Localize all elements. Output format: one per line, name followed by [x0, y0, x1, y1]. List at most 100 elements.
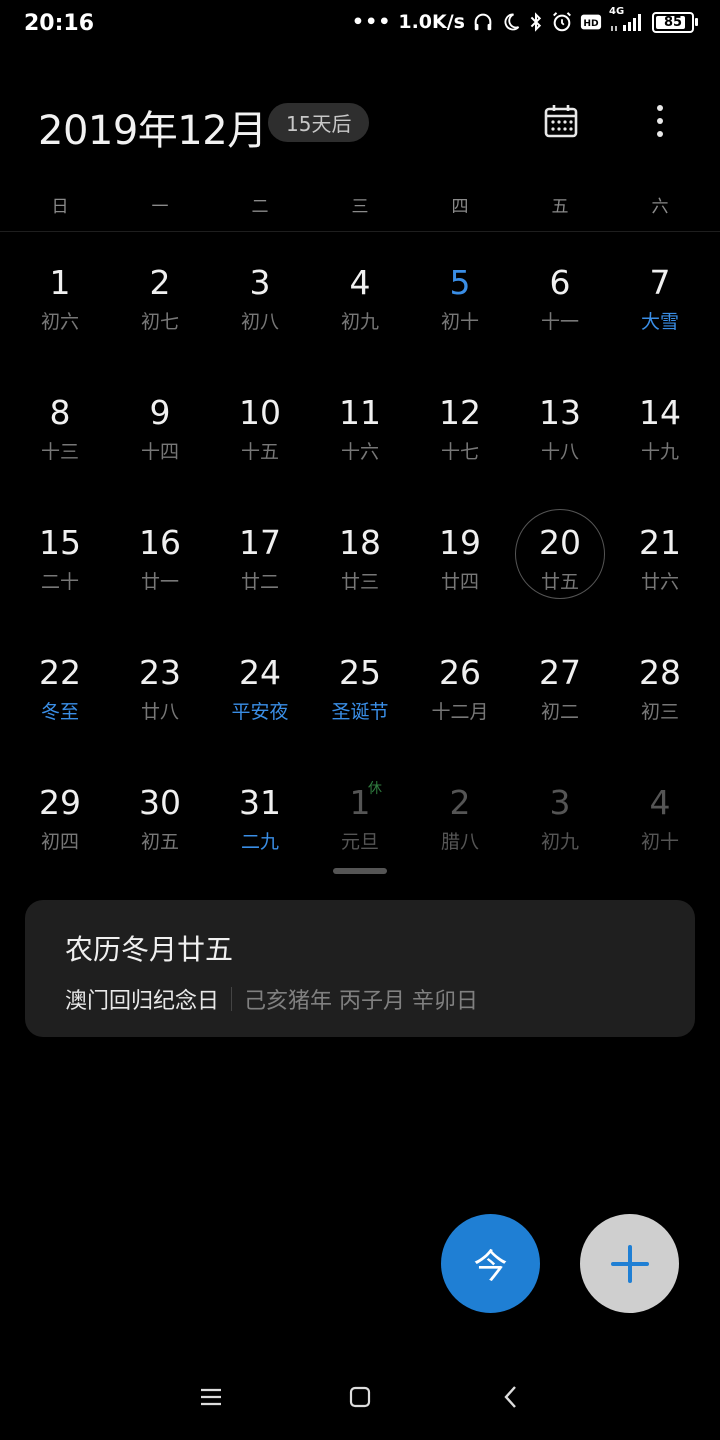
day-cell[interactable]: 19 廿四	[410, 510, 510, 640]
day-number: 1	[49, 263, 71, 302]
day-cell[interactable]: 22 冬至	[10, 640, 110, 770]
day-cell-next-month[interactable]: 2 腊八	[410, 770, 510, 900]
calendar-view-button[interactable]	[536, 96, 586, 146]
day-number: 31	[239, 783, 281, 822]
holiday-rest-tag: 休	[368, 781, 382, 797]
day-number: 18	[339, 523, 381, 562]
home-square-icon	[349, 1386, 371, 1408]
day-cell[interactable]: 7 大雪	[610, 250, 710, 380]
day-cell[interactable]: 21 廿六	[610, 510, 710, 640]
day-cell[interactable]: 11 十六	[310, 380, 410, 510]
day-number: 3	[549, 783, 571, 822]
today-button[interactable]: 今	[441, 1214, 540, 1313]
day-number: 3	[249, 263, 271, 302]
day-cell[interactable]: 8 十三	[10, 380, 110, 510]
divider	[0, 231, 720, 232]
day-info-details: 澳门回归纪念日 己亥猪年 丙子月 辛卯日	[65, 983, 478, 1015]
menu-button[interactable]	[186, 1372, 236, 1422]
lunar-date: 廿一	[140, 571, 179, 593]
lunar-date: 廿六	[640, 571, 679, 593]
calendar-icon	[544, 105, 578, 138]
weekday-label: 五	[551, 197, 569, 217]
day-cell[interactable]: 25 圣诞节	[310, 640, 410, 770]
ganzhi-text: 己亥猪年 丙子月 辛卯日	[244, 989, 479, 1014]
day-number: 11	[339, 393, 381, 432]
lunar-date: 十七	[440, 441, 479, 463]
lunar-date: 元旦	[340, 831, 379, 853]
lunar-date: 廿五	[540, 571, 579, 593]
day-cell[interactable]: 23 廿八	[110, 640, 210, 770]
day-number: 29	[39, 783, 81, 822]
do-not-disturb-moon-icon	[501, 11, 521, 33]
day-number: 6	[549, 263, 571, 302]
day-number: 27	[539, 653, 581, 692]
day-cell[interactable]: 20 廿五	[510, 509, 610, 640]
day-number: 20	[539, 523, 581, 562]
day-info-card[interactable]: 农历冬月廿五 澳门回归纪念日 己亥猪年 丙子月 辛卯日	[25, 900, 695, 1037]
day-cell[interactable]: 12 十七	[410, 380, 510, 510]
day-number: 13	[539, 393, 581, 432]
lunar-date: 初六	[40, 311, 79, 333]
dots-icon: •••	[351, 11, 392, 33]
home-button[interactable]	[335, 1372, 385, 1422]
back-chevron-icon	[504, 1386, 516, 1408]
drag-handle[interactable]	[333, 868, 387, 874]
day-cell[interactable]: 3 初八	[210, 250, 310, 380]
lunar-date: 冬至	[40, 701, 79, 723]
lunar-date-title: 农历冬月廿五	[65, 933, 234, 966]
lunar-date: 圣诞节	[331, 701, 389, 723]
lunar-date: 初四	[40, 831, 79, 853]
day-cell[interactable]: 24 平安夜	[210, 640, 310, 770]
day-cell[interactable]: 16 廿一	[110, 510, 210, 640]
day-cell[interactable]: 5 初十	[410, 250, 510, 380]
day-cell[interactable]: 2 初七	[110, 250, 210, 380]
day-cell[interactable]: 14 十九	[610, 380, 710, 510]
days-until-badge: 15天后	[268, 103, 370, 142]
add-event-button[interactable]	[580, 1214, 679, 1313]
lunar-date: 二十	[40, 571, 79, 593]
day-cell[interactable]: 4 初九	[310, 250, 410, 380]
day-number: 4	[649, 783, 671, 822]
lunar-date: 初九	[340, 311, 379, 333]
more-options-button[interactable]	[635, 96, 685, 146]
signal-icon: 4G	[609, 6, 645, 32]
day-cell-next-month[interactable]: 1 元旦 休	[310, 770, 410, 900]
day-cell[interactable]: 17 廿二	[210, 510, 310, 640]
bluetooth-icon	[528, 11, 544, 33]
day-cell[interactable]: 30 初五	[110, 770, 210, 900]
svg-text:HD: HD	[583, 18, 599, 29]
month-title[interactable]: 2019年12月	[38, 98, 267, 156]
day-number: 23	[139, 653, 181, 692]
lunar-date: 十九	[640, 441, 679, 463]
weekday-header: 日 一 二 三 四 五 六	[10, 192, 710, 217]
day-number: 10	[239, 393, 281, 432]
back-button[interactable]	[486, 1372, 536, 1422]
day-cell[interactable]: 1 初六	[10, 250, 110, 380]
lunar-date: 初二	[540, 701, 579, 723]
more-vertical-icon	[657, 105, 663, 137]
day-cell[interactable]: 10 十五	[210, 380, 310, 510]
day-cell[interactable]: 6 十一	[510, 250, 610, 380]
weekday-label: 三	[351, 197, 369, 217]
day-number: 5	[449, 263, 471, 302]
day-number: 25	[339, 653, 381, 692]
menu-icon	[201, 1388, 221, 1406]
day-cell[interactable]: 31 二九	[210, 770, 310, 900]
day-cell[interactable]: 18 廿三	[310, 510, 410, 640]
day-cell[interactable]: 29 初四	[10, 770, 110, 900]
day-cell-next-month[interactable]: 3 初九	[510, 770, 610, 900]
hd-icon: HD	[580, 12, 602, 32]
day-cell[interactable]: 15 二十	[10, 510, 110, 640]
day-cell[interactable]: 27 初二	[510, 640, 610, 770]
lunar-date: 十六	[340, 441, 379, 463]
lunar-date: 廿三	[340, 571, 379, 593]
lunar-date: 廿二	[240, 571, 279, 593]
day-cell[interactable]: 26 十二月	[410, 640, 510, 770]
day-cell[interactable]: 28 初三	[610, 640, 710, 770]
day-cell[interactable]: 9 十四	[110, 380, 210, 510]
day-number: 26	[439, 653, 481, 692]
day-cell[interactable]: 13 十八	[510, 380, 610, 510]
day-cell-next-month[interactable]: 4 初十	[610, 770, 710, 900]
day-number: 15	[39, 523, 81, 562]
battery-icon: 85	[652, 11, 698, 33]
